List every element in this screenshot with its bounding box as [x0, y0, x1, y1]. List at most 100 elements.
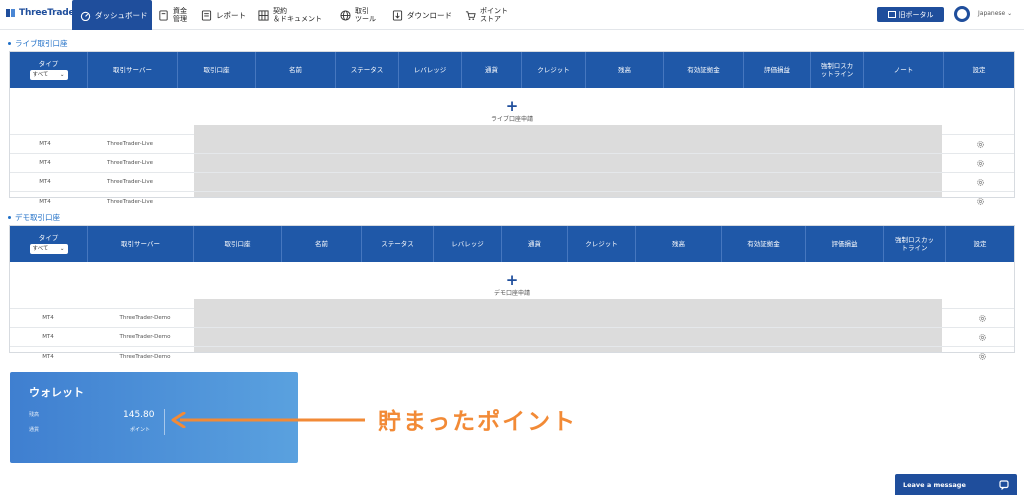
nav-report[interactable]: レポート	[201, 0, 246, 30]
nav-label: 取引 ツール	[355, 7, 376, 23]
avatar[interactable]	[954, 6, 970, 22]
server-cell: ThreeTrader-Demo	[119, 334, 171, 340]
wallet-balance-label: 残高	[29, 412, 40, 418]
wallet-points-value: 145.80	[123, 410, 155, 420]
platform-cell: MT4	[42, 334, 54, 340]
chevron-down-icon: ⌄	[59, 246, 65, 252]
download-icon	[392, 9, 403, 21]
server-cell: ThreeTrader-Demo	[119, 315, 171, 321]
arrow-left-icon	[171, 412, 365, 428]
column-header: 有効証拠金	[664, 52, 744, 88]
gear-icon[interactable]	[978, 352, 987, 361]
nav-label: ポイント ストア	[480, 7, 508, 23]
chat-icon	[999, 479, 1009, 490]
language-label: Japanese	[978, 10, 1006, 17]
platform-cell: MT4	[42, 353, 54, 360]
column-header: 設定	[972, 66, 986, 74]
server-cell: ThreeTrader-Live	[107, 179, 153, 185]
gear-icon[interactable]	[978, 314, 987, 323]
table-header: タイプ すべて ⌄ 取引サーバー 取引口座 名前 ステータス レバレッジ 通貨 ク…	[10, 226, 1014, 262]
plus-icon: +	[505, 96, 519, 115]
type-label: タイプ	[38, 234, 59, 242]
column-header: 取引サーバー	[88, 52, 178, 88]
column-header: ステータス	[336, 52, 399, 88]
column-header: 名前	[282, 226, 362, 262]
globe-icon	[340, 9, 351, 21]
column-header: クレジット	[522, 52, 586, 88]
logo[interactable]: ThreeTrader	[6, 8, 79, 18]
logo-mark-icon	[6, 9, 15, 17]
type-column: タイプ すべて ⌄	[10, 226, 88, 262]
column-header: 評価損益	[744, 52, 811, 88]
table-row[interactable]: MT4 ThreeTrader-Live	[10, 135, 1014, 154]
nav-label: 資金 管理	[173, 7, 187, 23]
server-cell: ThreeTrader-Demo	[119, 353, 171, 360]
wallet-points-unit: ポイント	[130, 427, 151, 433]
add-demo-account-label: デモ口座申請	[493, 289, 530, 297]
leave-message-label: Leave a message	[903, 480, 966, 489]
column-header: 残高	[586, 52, 664, 88]
type-select[interactable]: すべて ⌄	[29, 244, 68, 254]
column-header: 設定	[973, 240, 987, 248]
table-row[interactable]: MT4 ThreeTrader-Demo	[10, 328, 1014, 347]
table-row[interactable]: MT4 ThreeTrader-Live	[10, 154, 1014, 173]
cart-icon	[465, 10, 476, 20]
server-cell: ThreeTrader-Live	[107, 198, 153, 205]
gear-icon[interactable]	[976, 140, 985, 149]
demo-section-title: デモ取引口座	[8, 212, 60, 223]
nav-funds[interactable]: 資金 管理	[158, 0, 187, 30]
nav-trading-tools[interactable]: 取引 ツール	[340, 0, 376, 30]
column-header: クレジット	[568, 226, 636, 262]
column-header: 有効証拠金	[722, 226, 806, 262]
column-header: ノート	[864, 52, 944, 88]
annotation-text: 貯まったポイント	[378, 409, 578, 435]
type-select[interactable]: すべて ⌄	[29, 70, 68, 80]
column-header: 取引口座	[178, 52, 256, 88]
leave-message-button[interactable]: Leave a message	[895, 474, 1017, 495]
gear-icon[interactable]	[978, 333, 987, 342]
column-header: 強制ロスカッ トライン	[884, 226, 946, 262]
nav-dashboard[interactable]: ダッシュボード	[72, 0, 152, 30]
chevron-down-icon: ⌄	[59, 72, 65, 78]
table-row[interactable]: MT4 ThreeTrader-Live	[10, 192, 1014, 211]
document-icon	[258, 9, 269, 21]
nav-label: レポート	[216, 10, 246, 20]
bullet-icon	[8, 42, 11, 45]
platform-cell: MT4	[39, 179, 51, 185]
nav-contract-docs[interactable]: 契約 ＆ドキュメント	[258, 0, 322, 30]
gear-icon[interactable]	[976, 178, 985, 187]
platform-cell: MT4	[39, 160, 51, 166]
column-header: 評価損益	[806, 226, 884, 262]
wallet-icon	[159, 9, 168, 21]
column-header: レバレッジ	[434, 226, 502, 262]
column-header: 取引口座	[194, 226, 282, 262]
gear-icon[interactable]	[976, 197, 985, 206]
nav-label: ダウンロード	[407, 10, 452, 20]
report-icon	[201, 9, 212, 21]
table-row[interactable]: MT4 ThreeTrader-Demo	[10, 309, 1014, 328]
wallet-title: ウォレット	[29, 386, 84, 399]
dashboard-icon	[80, 11, 91, 21]
wallet-currency-label: 通貨	[29, 427, 40, 433]
top-navbar: ThreeTrader ダッシュボード 資金 管理 レポート 契約 ＆ドキュメン…	[0, 0, 1024, 30]
column-header: ステータス	[362, 226, 434, 262]
table-header: タイプ すべて ⌄ 取引サーバー 取引口座 名前 ステータス レバレッジ 通貨 ク…	[10, 52, 1014, 88]
language-selector[interactable]: Japanese ⌄	[978, 10, 1012, 17]
old-portal-label: 旧ポータル	[898, 10, 934, 19]
divider	[164, 409, 165, 435]
plus-icon: +	[505, 270, 519, 289]
table-row[interactable]: MT4 ThreeTrader-Demo	[10, 347, 1014, 366]
live-section-title-text: ライブ取引口座	[15, 39, 68, 48]
logo-text: ThreeTrader	[19, 8, 79, 18]
nav-download[interactable]: ダウンロード	[392, 0, 452, 30]
gear-icon[interactable]	[976, 159, 985, 168]
old-portal-button[interactable]: 旧ポータル	[877, 7, 944, 22]
add-live-account-label: ライブ口座申請	[490, 115, 533, 123]
table-row[interactable]: MT4 ThreeTrader-Live	[10, 173, 1014, 192]
nav-label: 契約 ＆ドキュメント	[273, 7, 322, 23]
nav-point-store[interactable]: ポイント ストア	[465, 0, 508, 30]
platform-cell: MT4	[39, 141, 51, 147]
demo-section-title-text: デモ取引口座	[15, 213, 60, 222]
live-accounts-table: タイプ すべて ⌄ 取引サーバー 取引口座 名前 ステータス レバレッジ 通貨 ク…	[9, 51, 1015, 205]
column-header: 取引サーバー	[88, 226, 194, 262]
